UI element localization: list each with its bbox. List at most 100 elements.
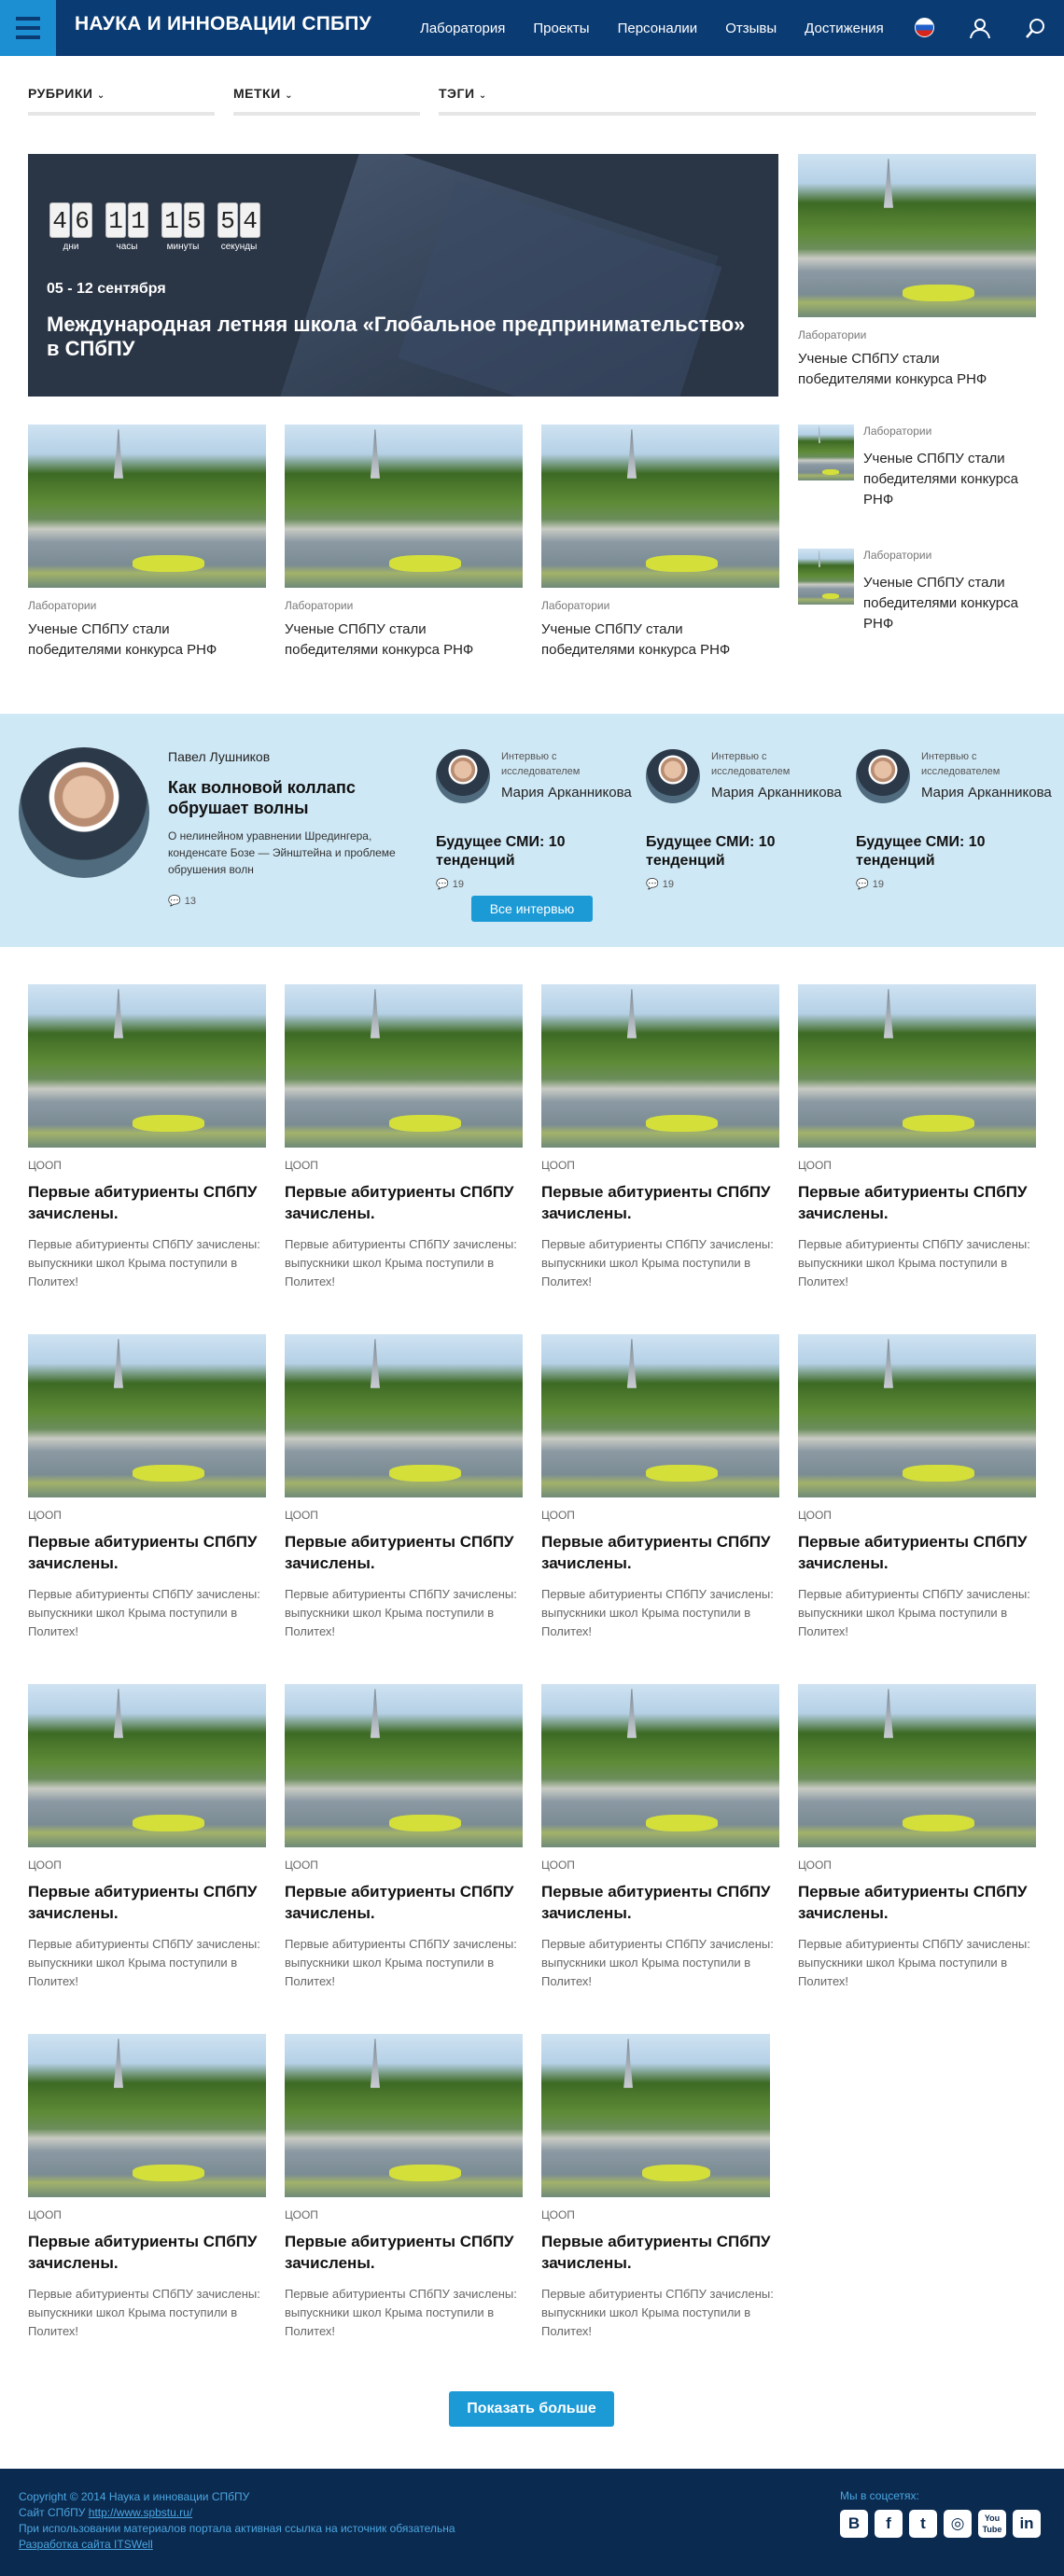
- news-photo: [285, 425, 523, 588]
- all-interviews-button[interactable]: Все интервью: [471, 896, 593, 922]
- news-photo: [798, 984, 1036, 1148]
- news-title: Первые абитуриенты СПбПУ зачислены.: [28, 1533, 258, 1572]
- news-card[interactable]: ЦООП Первые абитуриенты СПбПУ зачислены. П…: [28, 2034, 266, 2341]
- news-card[interactable]: ЦООП Первые абитуриенты СПбПУ зачислены. П…: [28, 1684, 266, 1991]
- news-photo: [28, 2034, 266, 2197]
- news-photo: [285, 984, 523, 1148]
- news-description: Первые абитуриенты СПбПУ зачислены: выпу…: [798, 1587, 1030, 1638]
- search-icon[interactable]: [1024, 16, 1048, 40]
- nav-item-reviews[interactable]: Отзывы: [725, 21, 777, 36]
- interview-description: О нелинейном уравнении Шредингера, конде…: [168, 829, 396, 876]
- news-title: Первые абитуриенты СПбПУ зачислены.: [285, 1183, 514, 1222]
- news-category: ЦООП: [285, 1859, 318, 1872]
- footer-info: Copyright © 2014 Наука и инновации СПбПУ…: [19, 2489, 455, 2553]
- news-card[interactable]: ЦООП Первые абитуриенты СПбПУ зачислены. П…: [28, 1334, 266, 1641]
- countdown-hours: 11 часы: [103, 202, 151, 252]
- news-description: Первые абитуриенты СПбПУ зачислены: выпу…: [28, 2287, 260, 2338]
- news-card[interactable]: ЦООП Первые абитуриенты СПбПУ зачислены. П…: [541, 1684, 779, 1991]
- vk-icon[interactable]: В: [840, 2510, 868, 2538]
- news-card[interactable]: ЦООП Первые абитуриенты СПбПУ зачислены. П…: [798, 1684, 1036, 1991]
- news-card[interactable]: ЦООП Первые абитуриенты СПбПУ зачислены. П…: [541, 2034, 779, 2341]
- news-title: Первые абитуриенты СПбПУ зачислены.: [28, 1183, 258, 1222]
- news-description: Первые абитуриенты СПбПУ зачислены: выпу…: [541, 1237, 774, 1288]
- hero-date: 05 - 12 сентября: [47, 281, 166, 297]
- comment-count: 💬 19: [856, 878, 884, 891]
- news-photo: [541, 984, 779, 1148]
- news-thumbnail: [798, 549, 854, 605]
- site-title[interactable]: НАУКА И ИННОВАЦИИ СПБПУ: [75, 13, 371, 35]
- news-card[interactable]: ЦООП Первые абитуриенты СПбПУ зачислены. П…: [28, 984, 266, 1291]
- news-photo: [541, 1334, 779, 1497]
- chevron-down-icon: ⌄: [478, 91, 487, 101]
- interviewee-name: Павел Лушников: [168, 749, 271, 764]
- chevron-down-icon: ⌄: [285, 91, 293, 101]
- chevron-down-icon: ⌄: [96, 91, 105, 101]
- news-description: Первые абитуриенты СПбПУ зачислены: выпу…: [285, 2287, 517, 2338]
- news-title: Ученые СПбПУ стали победителями конкурса…: [863, 575, 1018, 632]
- news-card[interactable]: ЦООП Первые абитуриенты СПбПУ зачислены. П…: [285, 1684, 523, 1991]
- news-card[interactable]: ЦООП Первые абитуриенты СПбПУ зачислены. П…: [798, 1334, 1036, 1641]
- news-card[interactable]: ЦООП Первые абитуриенты СПбПУ зачислены. П…: [285, 2034, 523, 2341]
- nav-item-achievements[interactable]: Достижения: [805, 21, 884, 36]
- nav-item-persons[interactable]: Персоналии: [618, 21, 698, 36]
- news-title: Ученые СПбПУ стали победителями конкурса…: [798, 351, 987, 387]
- interview-avatar: [436, 749, 490, 803]
- news-title: Ученые СПбПУ стали победителями конкурса…: [28, 621, 217, 658]
- news-category: ЦООП: [28, 1859, 62, 1872]
- interviewee-name: Мария Арканникова: [921, 785, 1052, 801]
- interview-label: Интервью с исследователем: [711, 751, 791, 777]
- social-label: Мы в соцсетях:: [840, 2489, 919, 2502]
- hamburger-menu-button[interactable]: [0, 0, 56, 56]
- site-link[interactable]: http://www.spbstu.ru/: [89, 2506, 192, 2519]
- news-category: ЦООП: [798, 1159, 832, 1172]
- linkedin-icon[interactable]: in: [1013, 2510, 1041, 2538]
- news-card[interactable]: ЦООП Первые абитуриенты СПбПУ зачислены. П…: [285, 984, 523, 1291]
- news-card[interactable]: ЦООП Первые абитуриенты СПбПУ зачислены. П…: [541, 1334, 779, 1641]
- mini-news-card[interactable]: Лаборатории Ученые СПбПУ стали победител…: [798, 549, 1036, 651]
- social-links: В f t ◎ You Tube in: [840, 2510, 1041, 2538]
- news-card[interactable]: Лаборатории Ученые СПбПУ стали победител…: [285, 425, 523, 661]
- news-category: Лаборатории: [541, 599, 610, 612]
- comment-count: 💬 13: [168, 895, 196, 908]
- menu-icon: [16, 17, 40, 21]
- interview-avatar: [856, 749, 910, 803]
- news-category: ЦООП: [285, 1509, 318, 1522]
- main-interview[interactable]: Павел Лушников Как волновой коллапс обру…: [168, 749, 401, 907]
- nav-item-laboratory[interactable]: Лаборатория: [420, 21, 505, 36]
- user-icon[interactable]: [968, 16, 992, 40]
- hero-banner[interactable]: 46 дни 11 часы 15 минуты 54 секунды 05 -…: [28, 154, 778, 397]
- news-title: Первые абитуриенты СПбПУ зачислены.: [541, 2233, 771, 2272]
- news-card[interactable]: Лаборатории Ученые СПбПУ стали победител…: [28, 425, 266, 661]
- news-title: Первые абитуриенты СПбПУ зачислены.: [798, 1183, 1028, 1222]
- news-category: Лаборатории: [798, 328, 867, 341]
- instagram-icon[interactable]: ◎: [944, 2510, 972, 2538]
- news-title: Первые абитуриенты СПбПУ зачислены.: [28, 1883, 258, 1922]
- developer-link[interactable]: Разработка сайта ITSWell: [19, 2538, 153, 2551]
- hero-title: Международная летняя школа «Глобальное п…: [47, 313, 746, 360]
- show-more-button[interactable]: Показать больше: [449, 2391, 614, 2427]
- news-card[interactable]: ЦООП Первые абитуриенты СПбПУ зачислены. П…: [285, 1334, 523, 1641]
- mini-news-card[interactable]: Лаборатории Ученые СПбПУ стали победител…: [798, 425, 1036, 527]
- facebook-icon[interactable]: f: [875, 2510, 903, 2538]
- interview-label: Интервью с исследователем: [921, 751, 1001, 777]
- filter-rubrics[interactable]: РУБРИКИ ⌄: [28, 84, 215, 116]
- main-nav: Лаборатория Проекты Персоналии Отзывы До…: [420, 0, 884, 56]
- news-photo: [28, 1684, 266, 1847]
- news-category: ЦООП: [541, 1159, 575, 1172]
- news-photo: [798, 154, 1036, 317]
- news-photo: [541, 1684, 779, 1847]
- twitter-icon[interactable]: t: [909, 2510, 937, 2538]
- youtube-icon[interactable]: You Tube: [978, 2510, 1006, 2538]
- interview-avatar[interactable]: [19, 747, 149, 878]
- russian-flag-icon[interactable]: [915, 18, 934, 37]
- news-card[interactable]: ЦООП Первые абитуриенты СПбПУ зачислены. П…: [798, 984, 1036, 1291]
- news-card[interactable]: ЦООП Первые абитуриенты СПбПУ зачислены. П…: [541, 984, 779, 1291]
- interview-title: Будущее СМИ: 10 тенденций: [646, 834, 776, 869]
- nav-item-projects[interactable]: Проекты: [533, 21, 589, 36]
- news-card[interactable]: Лаборатории Ученые СПбПУ стали победител…: [798, 154, 1036, 390]
- filter-tegs[interactable]: ТЭГИ ⌄: [439, 84, 1036, 116]
- news-description: Первые абитуриенты СПбПУ зачислены: выпу…: [285, 1587, 517, 1638]
- filter-tags[interactable]: МЕТКИ ⌄: [233, 84, 420, 116]
- news-description: Первые абитуриенты СПбПУ зачислены: выпу…: [28, 1937, 260, 1988]
- news-card[interactable]: Лаборатории Ученые СПбПУ стали победител…: [541, 425, 779, 661]
